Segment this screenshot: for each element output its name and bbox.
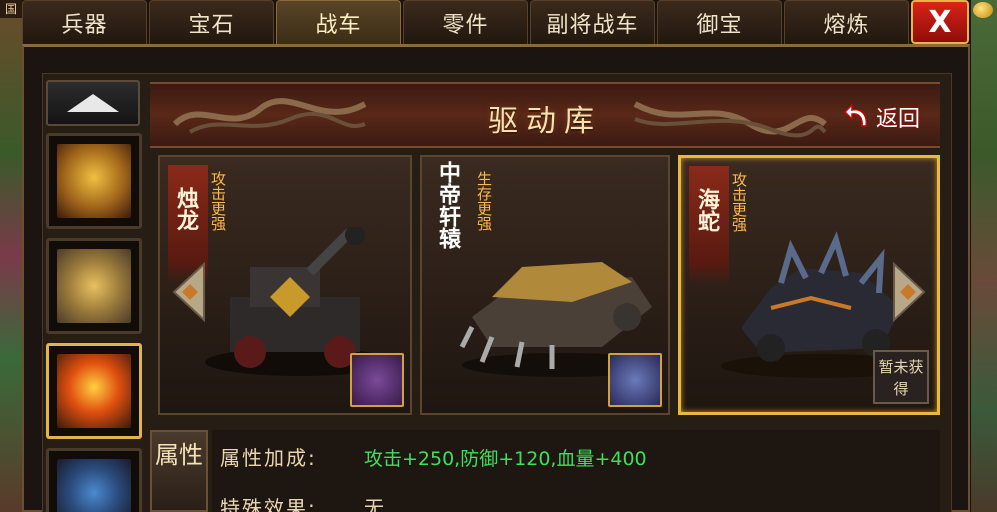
chariot-slot-2[interactable] — [46, 238, 142, 334]
chariot-desc: 攻击更强 — [730, 172, 748, 232]
chariot-slot-1[interactable] — [46, 133, 142, 229]
back-arrow-icon — [843, 103, 868, 127]
skill-badge-icon[interactable] — [608, 353, 662, 407]
chariot-desc: 生存更强 — [475, 171, 493, 231]
chariot-thumbnail-icon — [57, 249, 131, 323]
back-button[interactable]: 返回 — [842, 100, 928, 134]
special-value: 无 — [364, 496, 384, 512]
special-label: 特殊效果: — [220, 496, 317, 512]
corner-label: 国 — [0, 0, 22, 18]
chariot-name: 海蛇 — [694, 188, 719, 232]
chariot-desc: 攻击更强 — [209, 171, 227, 231]
background-right-strip — [971, 0, 997, 512]
up-arrow-icon — [67, 94, 119, 112]
tab-treasure[interactable]: 御宝 — [657, 0, 782, 44]
skill-badge-icon[interactable] — [350, 353, 404, 407]
tab-chariot[interactable]: 战车 — [276, 0, 401, 44]
chariot-slot-3[interactable] — [46, 343, 142, 439]
bonus-value: 攻击+250,防御+120,血量+400 — [364, 448, 647, 470]
tab-parts[interactable]: 零件 — [403, 0, 528, 44]
dragon-ornament-icon — [633, 101, 827, 138]
chariot-name: 烛龙 — [173, 187, 198, 231]
attributes-panel: 属性加成: 攻击+250,防御+120,血量+400 特殊效果: 无 — [212, 430, 940, 512]
title-bar: 驱动库 返回 — [150, 82, 940, 148]
coin-icon[interactable] — [973, 2, 993, 18]
tab-deputy-chariot[interactable]: 副将战车 — [530, 0, 655, 44]
chariot-thumbnail-icon — [57, 144, 131, 218]
bonus-label: 属性加成: — [220, 446, 317, 470]
tab-smelt[interactable]: 熔炼 — [784, 0, 909, 44]
close-button[interactable]: X — [911, 0, 969, 44]
tab-weapons[interactable]: 兵器 — [22, 0, 147, 44]
chariot-card-xuanyuan[interactable]: 中帝轩辕 生存更强 — [420, 155, 670, 415]
status-badge: 暂未获得 — [873, 350, 929, 404]
previous-arrow-icon[interactable] — [170, 262, 208, 322]
back-label: 返回 — [875, 107, 920, 132]
background-left-strip — [0, 0, 22, 512]
next-arrow-icon[interactable] — [890, 262, 928, 322]
scroll-up-button[interactable] — [46, 80, 140, 126]
chariot-thumbnail-icon — [57, 354, 131, 428]
tab-gems[interactable]: 宝石 — [149, 0, 274, 44]
chariot-thumbnail-icon — [57, 459, 131, 512]
attributes-tag: 属性 — [150, 430, 208, 512]
tab-bar: 兵器 宝石 战车 零件 副将战车 御宝 熔炼 — [22, 0, 911, 44]
chariot-slot-4[interactable] — [46, 448, 142, 512]
